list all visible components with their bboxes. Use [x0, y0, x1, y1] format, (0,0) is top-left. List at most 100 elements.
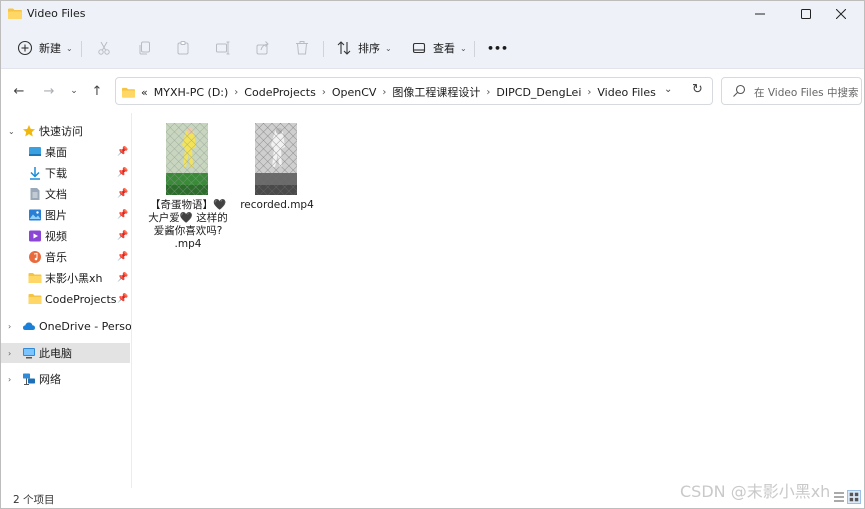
network-icon — [23, 373, 35, 385]
pin-icon: 📌 — [117, 252, 129, 262]
sidebar-item-network[interactable]: › 网络 — [1, 369, 131, 389]
sidebar-item-quick-access[interactable]: ⌄ 快速访问 — [1, 121, 131, 141]
breadcrumb-opencv[interactable]: OpenCV — [332, 86, 377, 99]
search-input[interactable]: 在 Video Files 中搜索 — [754, 85, 858, 100]
sidebar-item-codeprojects[interactable]: CodeProjects 📌 — [1, 289, 131, 309]
file-item[interactable]: 【奇蛋物语】🖤 大户爱🖤 这样的 爱酱你喜欢吗? .mp4 — [145, 121, 231, 259]
sort-icon — [337, 41, 351, 55]
chevron-right-icon[interactable]: › — [382, 87, 386, 98]
breadcrumb: « MYXH-PC (D:) › CodeProjects › OpenCV ›… — [122, 84, 656, 100]
close-button[interactable] — [818, 1, 864, 27]
divider — [81, 41, 82, 57]
breadcrumb-video-files[interactable]: Video Files — [597, 86, 655, 99]
video-thumbnail — [166, 123, 208, 195]
chevron-down-icon: ⌄ — [460, 43, 467, 53]
sidebar-item-user-folder[interactable]: 末影小黑xh 📌 — [1, 268, 131, 288]
watermark: CSDN @末影小黑xh — [680, 482, 831, 501]
command-bar: 新建 ⌄ 排序 ⌄ 查看 ⌄ ••• — [1, 27, 864, 69]
more-icon: ••• — [487, 41, 509, 55]
view-label: 查看 — [433, 42, 455, 55]
file-name: 【奇蛋物语】🖤 大户爱🖤 这样的 爱酱你喜欢吗? .mp4 — [148, 199, 228, 250]
rename-button[interactable] — [215, 37, 231, 59]
details-view-icon[interactable] — [832, 490, 846, 504]
sidebar-item-desktop[interactable]: 桌面 📌 — [1, 142, 131, 162]
breadcrumb-codeprojects[interactable]: CodeProjects — [244, 86, 316, 99]
sidebar-item-music[interactable]: 音乐 📌 — [1, 247, 131, 267]
new-button[interactable]: 新建 ⌄ — [17, 37, 73, 59]
rename-icon — [216, 41, 230, 55]
sidebar-item-label: 此电脑 — [39, 347, 72, 360]
breadcrumb-drive[interactable]: MYXH-PC (D:) — [154, 86, 229, 99]
chevron-right-icon[interactable]: › — [8, 375, 11, 384]
video-thumbnail — [255, 123, 297, 195]
sidebar-item-this-pc[interactable]: › 此电脑 — [1, 343, 130, 363]
recent-locations-button[interactable]: ⌄ — [64, 81, 84, 101]
sidebar-item-label: 下载 — [45, 167, 67, 180]
sidebar-item-pictures[interactable]: 图片 📌 — [1, 205, 131, 225]
folder-icon — [28, 294, 42, 304]
trash-icon — [296, 41, 308, 55]
copy-icon — [139, 41, 150, 55]
maximize-icon — [801, 9, 811, 19]
view-icon — [412, 42, 426, 54]
copy-button[interactable] — [137, 37, 153, 59]
pin-icon: 📌 — [117, 231, 129, 241]
sidebar-item-label: 文档 — [45, 188, 67, 201]
view-button[interactable]: 查看 ⌄ — [411, 37, 467, 59]
folder-icon — [28, 273, 42, 283]
pin-icon: 📌 — [117, 273, 129, 283]
breadcrumb-dipcd[interactable]: DIPCD_DengLei — [496, 86, 581, 99]
pin-icon: 📌 — [117, 189, 129, 199]
file-item[interactable]: recorded.mp4 — [234, 121, 320, 221]
address-history-chevron-icon[interactable]: ⌄ — [664, 84, 672, 95]
sidebar-item-documents[interactable]: 文档 📌 — [1, 184, 131, 204]
video-icon — [29, 230, 41, 242]
paste-button[interactable] — [175, 37, 191, 59]
delete-button[interactable] — [294, 37, 310, 59]
scissors-icon — [98, 41, 110, 55]
breadcrumb-course-design[interactable]: 图像工程课程设计 — [392, 84, 480, 100]
chevron-right-icon[interactable]: › — [486, 87, 490, 98]
address-bar[interactable]: « MYXH-PC (D:) › CodeProjects › OpenCV ›… — [115, 77, 713, 105]
divider — [323, 41, 324, 57]
chevron-down-icon[interactable]: ⌄ — [8, 127, 15, 136]
chevron-right-icon[interactable]: › — [8, 349, 11, 358]
large-icons-view-icon[interactable] — [847, 490, 861, 504]
chevron-down-icon: ⌄ — [70, 86, 78, 96]
arrow-up-icon: ↑ — [91, 83, 103, 99]
sort-button[interactable]: 排序 ⌄ — [336, 37, 392, 59]
cloud-icon — [23, 322, 35, 330]
sidebar-item-label: 视频 — [45, 230, 67, 243]
arrow-left-icon: ← — [13, 83, 25, 99]
sidebar-item-onedrive[interactable]: › OneDrive - Persona — [1, 316, 131, 336]
back-button[interactable]: ← — [9, 81, 29, 101]
pin-icon: 📌 — [117, 147, 129, 157]
pin-icon: 📌 — [117, 210, 129, 220]
title-bar: Video Files — [1, 1, 864, 27]
sidebar-item-label: 图片 — [45, 209, 67, 222]
up-button[interactable]: ↑ — [87, 81, 107, 101]
breadcrumb-overflow[interactable]: « — [141, 86, 148, 99]
search-icon — [733, 84, 746, 97]
chevron-right-icon[interactable]: › — [234, 87, 238, 98]
explorer-window: Video Files 新建 ⌄ 排序 ⌄ 查看 ⌄ ••• ← → ⌄ ↑ «… — [0, 0, 865, 509]
share-button[interactable] — [255, 37, 271, 59]
chevron-right-icon[interactable]: › — [322, 87, 326, 98]
forward-button[interactable]: → — [39, 81, 59, 101]
chevron-right-icon[interactable]: › — [587, 87, 591, 98]
folder-icon — [8, 8, 22, 19]
cut-button[interactable] — [96, 37, 112, 59]
search-box[interactable]: 在 Video Files 中搜索 — [721, 77, 862, 105]
chevron-right-icon[interactable]: › — [8, 322, 11, 331]
sidebar-item-videos[interactable]: 视频 📌 — [1, 226, 131, 246]
sidebar-item-label: 快速访问 — [39, 125, 83, 138]
refresh-icon[interactable]: ↻ — [692, 82, 703, 97]
minimize-button[interactable] — [737, 1, 783, 27]
sidebar-item-downloads[interactable]: 下载 📌 — [1, 163, 131, 183]
divider — [474, 41, 475, 57]
minimize-icon — [755, 13, 765, 15]
more-options-button[interactable]: ••• — [487, 37, 508, 59]
pictures-icon — [29, 209, 41, 221]
chevron-down-icon: ⌄ — [385, 43, 392, 53]
sidebar-item-label: CodeProjects — [45, 292, 117, 306]
